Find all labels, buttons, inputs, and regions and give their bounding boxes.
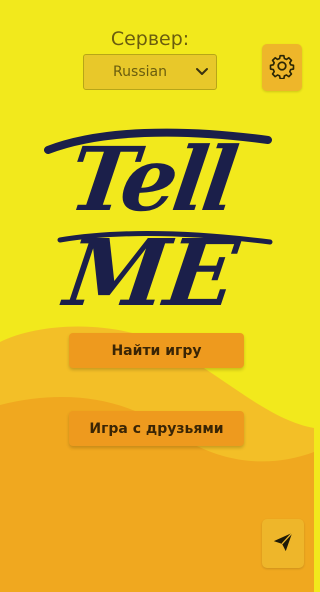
logo-line-1: Tell: [63, 127, 242, 230]
server-label: Сервер:: [110, 28, 190, 50]
play-with-friends-button[interactable]: Игра с друзьями: [69, 411, 244, 446]
paper-plane-icon: [272, 531, 294, 557]
server-select[interactable]: Russian: [83, 54, 217, 90]
find-game-button[interactable]: Найти игру: [69, 333, 244, 368]
tell-me-logo: Tell ME: [44, 127, 273, 320]
chevron-down-icon: [188, 54, 216, 90]
gear-icon: [269, 53, 295, 83]
server-select-value: Russian: [113, 64, 167, 80]
send-button[interactable]: [262, 519, 304, 568]
settings-button[interactable]: [262, 44, 302, 91]
